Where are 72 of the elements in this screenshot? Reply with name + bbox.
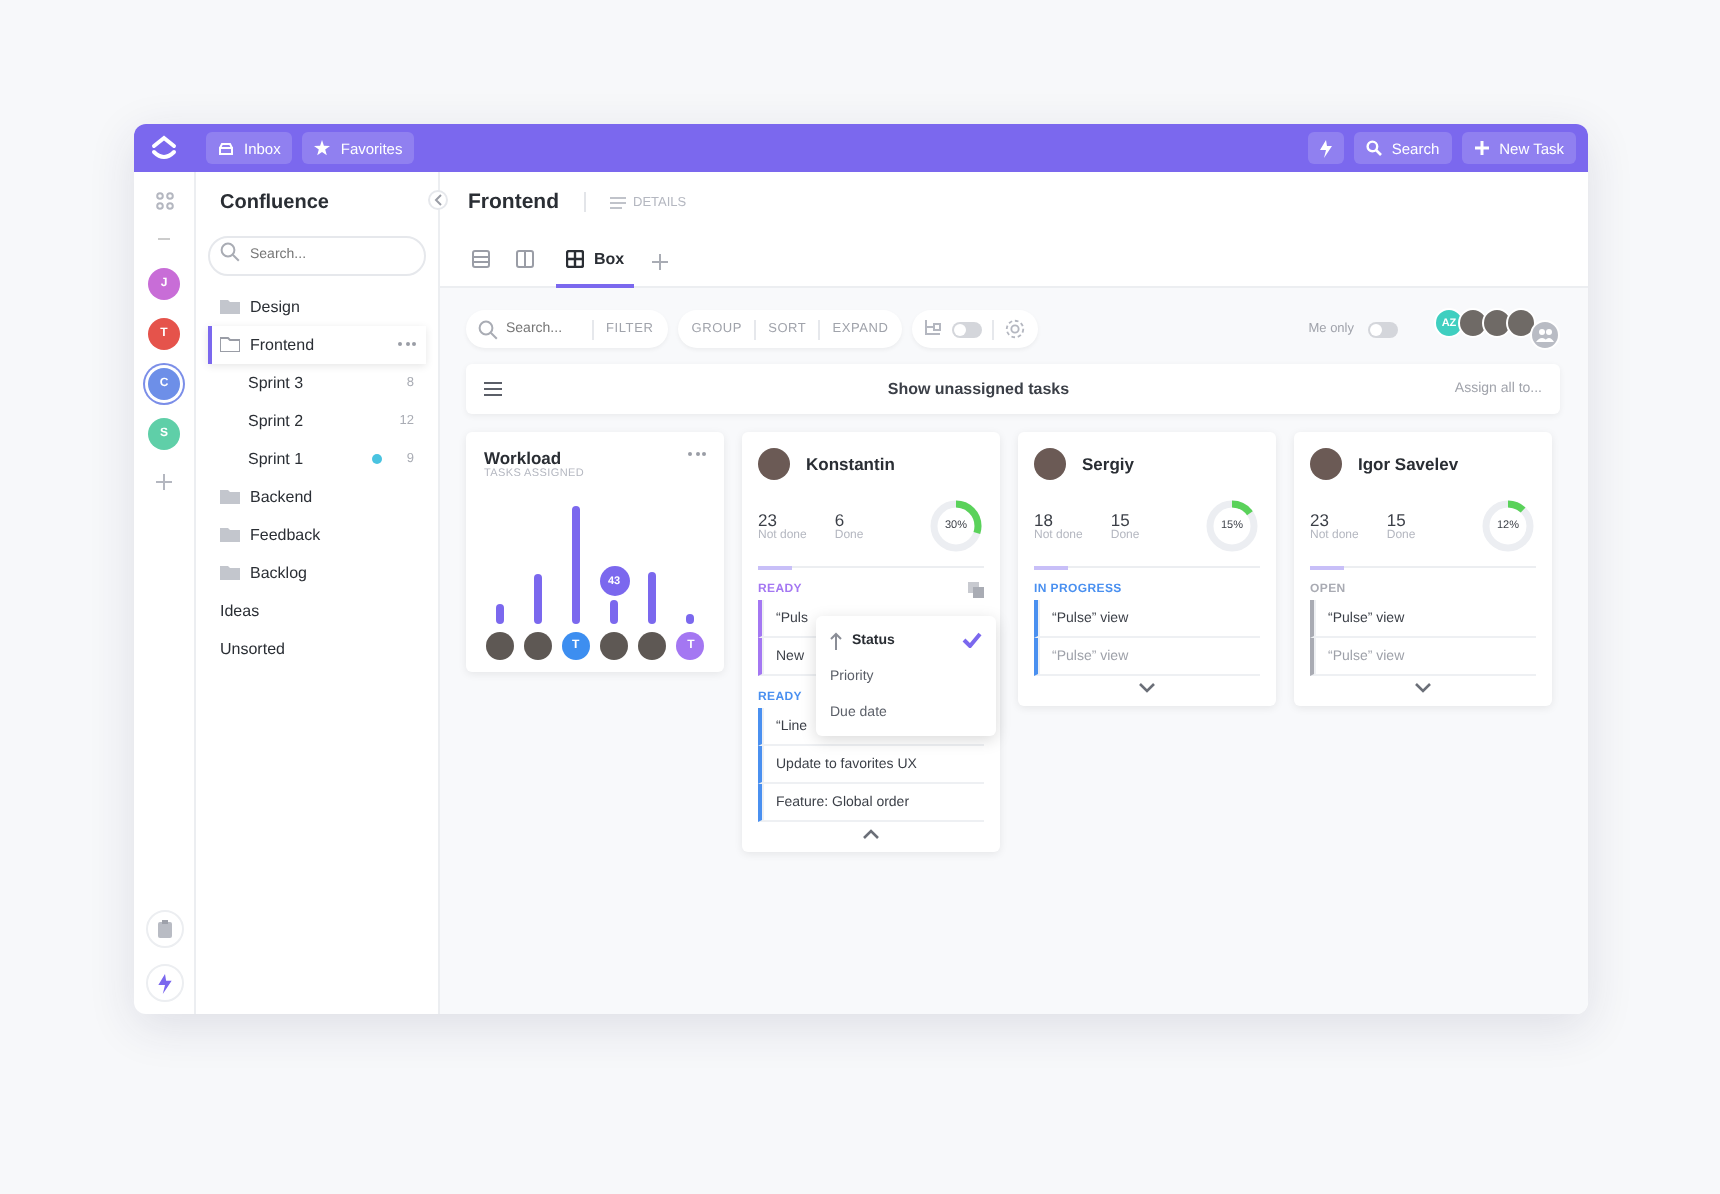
lightning-icon <box>157 973 171 993</box>
sidebar-item[interactable]: Frontend <box>208 325 426 363</box>
user-avatar <box>523 632 552 660</box>
clipboard-button[interactable] <box>145 910 183 948</box>
arrow-up-icon <box>830 631 842 649</box>
card-title: Workload <box>484 448 564 468</box>
not-done-count: 18 <box>1034 510 1055 530</box>
folder-icon <box>220 526 240 542</box>
user-avatar[interactable] <box>1482 308 1512 338</box>
search-icon <box>478 319 498 339</box>
done-count: 15 <box>1110 510 1130 530</box>
search-icon <box>1365 140 1382 156</box>
folder-icon <box>220 564 240 580</box>
banner-title[interactable]: Show unassigned tasks <box>502 380 1455 398</box>
sidebar-item[interactable]: Backend <box>208 477 426 515</box>
user-avatar <box>600 632 629 660</box>
collapse-icon[interactable] <box>428 190 448 210</box>
checkmark-icon <box>962 632 982 648</box>
lightning-button[interactable] <box>1307 132 1344 164</box>
workload-bar <box>571 505 580 624</box>
folder-icon <box>220 488 240 504</box>
user-avatar <box>758 448 790 480</box>
subtasks-toggle[interactable] <box>952 321 983 337</box>
user-avatar[interactable] <box>1458 308 1488 338</box>
more-icon[interactable] <box>398 338 416 350</box>
settings-icon[interactable] <box>1004 318 1027 340</box>
person-name: Sergiy <box>1082 454 1134 474</box>
sidebar-item[interactable]: Design <box>208 287 426 325</box>
sidebar-item[interactable]: Backlog <box>208 553 426 591</box>
grid-icon <box>566 250 584 268</box>
person-name: Konstantin <box>806 454 895 474</box>
details-icon <box>609 195 625 209</box>
inbox-icon <box>218 141 234 155</box>
lightning-icon <box>1319 139 1332 157</box>
search-icon <box>220 242 240 262</box>
user-avatar <box>638 632 667 660</box>
user-avatar <box>485 632 513 660</box>
board-icon <box>516 250 534 268</box>
add-icon[interactable] <box>156 474 172 490</box>
sidebar-item[interactable]: Unsorted <box>208 629 426 667</box>
page-title: Frontend <box>468 190 559 214</box>
star-icon <box>314 140 331 156</box>
sidebar-item[interactable]: Feedback <box>208 515 426 553</box>
workload-bar <box>533 573 542 624</box>
menu-icon[interactable] <box>484 382 502 396</box>
folder-icon <box>220 336 240 352</box>
folder-icon <box>220 298 240 314</box>
workload-bar <box>648 571 657 624</box>
workload-bar <box>686 613 695 624</box>
subtasks-icon <box>924 320 943 338</box>
lightning-button[interactable] <box>145 964 183 1002</box>
user-avatar <box>1034 448 1066 480</box>
add-view-icon[interactable] <box>652 253 669 269</box>
user-avatar <box>1310 448 1342 480</box>
sidebar-item[interactable]: Ideas <box>208 591 426 629</box>
clipboard-icon <box>157 920 171 938</box>
me-only-toggle[interactable] <box>1368 321 1398 337</box>
done-count: 15 <box>1386 510 1406 530</box>
logo-icon[interactable] <box>150 134 178 162</box>
person-name: Igor Savelev <box>1358 454 1459 474</box>
workload-bar <box>495 604 503 624</box>
apps-grid-icon[interactable] <box>155 192 173 210</box>
team-icon[interactable] <box>1530 320 1560 350</box>
workload-bar <box>610 600 619 624</box>
not-done-count: 23 <box>1310 510 1331 530</box>
list-icon <box>472 250 490 268</box>
user-avatar[interactable] <box>1506 308 1536 338</box>
more-icon[interactable] <box>688 448 706 460</box>
sidebar-title: Confluence <box>218 192 331 214</box>
plus-icon <box>1473 140 1490 156</box>
not-done-count: 23 <box>758 510 779 530</box>
done-count: 6 <box>834 510 845 530</box>
